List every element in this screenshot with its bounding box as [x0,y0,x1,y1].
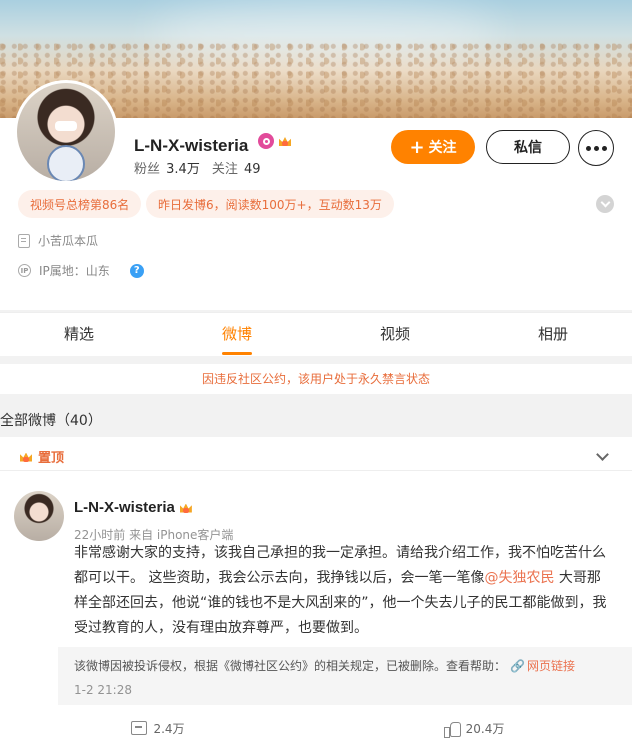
repost-time: 1-2 21:28 [74,683,132,697]
info-tag: 小苦瓜本瓜 [38,234,99,248]
info-ip-row: IP IP属地：山东 ? [18,262,144,279]
post-avatar[interactable] [14,491,64,541]
deleted-notice-text: 该微博因被投诉侵权，根据《微博社区公约》的相关规定，已被删除。查看帮助： [74,659,507,673]
deleted-notice: 该微博因被投诉侵权，根据《微博社区公约》的相关规定，已被删除。查看帮助： 🔗 网页… [74,657,575,674]
comment-button[interactable]: 2.4万 [0,709,316,747]
plus-icon: + [409,136,425,158]
post-author-name: L-N-X-wisteria [74,499,175,516]
avatar-mask [55,121,77,131]
like-count: 20.4万 [465,721,505,736]
link-icon: 🔗 [510,658,525,673]
follow-button-label: 关注 [428,140,457,156]
membership-icon[interactable] [258,133,274,149]
like-icon [443,721,461,738]
crown-badge-icon [178,500,194,516]
more-icon[interactable] [578,130,614,166]
fans-stat[interactable]: 粉丝 3.4万 [134,158,200,177]
following-label: 关注 [211,162,238,177]
following-stat[interactable]: 关注 49 [212,158,261,177]
help-icon[interactable]: ? [129,263,144,278]
info-tag-row: 小苦瓜本瓜 [18,232,98,249]
mention-link[interactable]: @失独农民 [484,570,554,586]
follow-button[interactable]: + 关注 [391,130,475,164]
message-button[interactable]: 私信 [486,130,570,164]
post-author[interactable]: L-N-X-wisteria [74,499,194,516]
like-button[interactable]: 20.4万 [316,709,632,747]
avatar-badge [47,145,85,181]
tab-weibo[interactable]: 微博 [158,313,316,356]
comment-icon [131,721,148,735]
comment-count: 2.4万 [153,721,185,736]
post-actions: 2.4万 20.4万 [0,709,632,747]
pin-label: 置顶 [38,451,65,466]
deleted-repost-box: 该微博因被投诉侵权，根据《微博社区公约》的相关规定，已被删除。查看帮助： 🔗 网页… [58,647,632,705]
following-count: 49 [244,162,261,177]
ranking-chip[interactable]: 视频号总榜第86名 [18,190,142,218]
pin-icon [18,449,34,465]
post-menu-chevron-icon[interactable] [596,448,609,461]
profile-stats: 粉丝 3.4万 关注 49 [134,158,261,177]
pinned-post-card: 置顶 L-N-X-wisteria 22小时前 来自 iPhone客户端 非常感… [0,437,632,747]
tab-featured[interactable]: 精选 [0,313,158,356]
pin-header: 置顶 [18,447,64,466]
name-icons [258,133,293,149]
info-ip: IP属地：山东 [39,264,110,278]
ban-notice: 因违反社区公约，该用户处于永久禁言状态 [0,364,632,394]
fans-label: 粉丝 [134,162,161,177]
ip-icon: IP [18,264,31,277]
expand-chevron-icon[interactable] [596,195,614,213]
help-link-label: 网页链接 [526,659,575,673]
profile-name: L-N-X-wisteria [134,136,249,155]
tab-album[interactable]: 相册 [474,313,632,356]
doc-icon [18,233,30,248]
all-posts-count: 全部微博（40） [0,413,102,429]
activity-chip[interactable]: 昨日发博6，阅读数100万+，互动数13万 [146,190,394,218]
profile-header: L-N-X-wisteria 粉丝 3.4万 关注 49 + 关注 私信 视频号… [0,80,632,310]
post-text: 非常感谢大家的支持，该我自己承担的我一定承担。请给我介绍工作，我不怕吃苦什么都可… [74,541,614,641]
tab-video[interactable]: 视频 [316,313,474,356]
help-link[interactable]: 🔗 网页链接 [510,657,575,674]
avatar[interactable] [14,80,118,184]
crown-badge-icon[interactable] [277,133,293,149]
divider [0,470,632,471]
profile-tabs: 精选 微博 视频 相册 [0,312,632,356]
fans-count: 3.4万 [166,162,200,177]
